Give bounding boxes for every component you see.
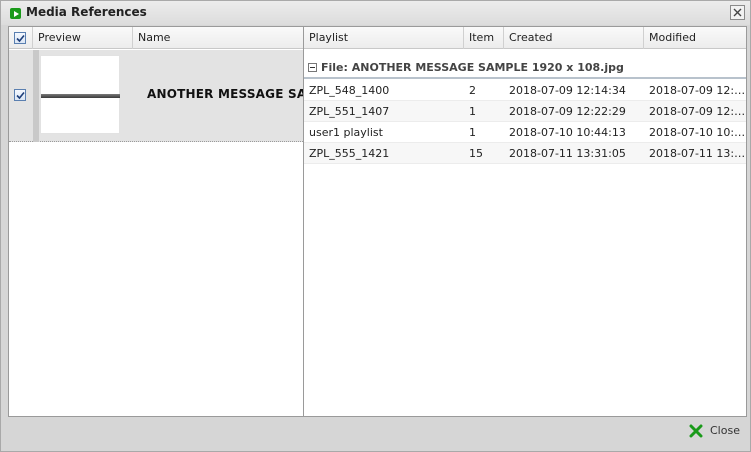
select-all-checkbox[interactable] (14, 32, 26, 44)
dialog-title: Media References (26, 5, 147, 19)
references-grid-header: Playlist Item Created Modified (304, 27, 746, 49)
file-group-label: File: ANOTHER MESSAGE SAMPLE 1920 x 108.… (321, 61, 624, 74)
cell-item: 1 (469, 126, 476, 139)
collapse-toggle-icon[interactable] (308, 63, 317, 72)
app-play-icon (10, 8, 21, 19)
table-row[interactable]: ZPL_555_1421 15 2018-07-11 13:31:05 2018… (304, 143, 747, 164)
cell-modified: 2018-07-11 13:3... (649, 147, 747, 160)
row-selection-marker (33, 50, 39, 142)
cell-created: 2018-07-09 12:14:34 (509, 84, 626, 97)
column-header-item[interactable]: Item (464, 27, 504, 49)
media-name: ANOTHER MESSAGE SAMPLE 1920 x 108.jpg (147, 87, 303, 101)
table-row[interactable]: ZPL_551_1407 1 2018-07-09 12:22:29 2018-… (304, 101, 747, 122)
preview-grid-header: Preview Name (9, 27, 303, 49)
cell-created: 2018-07-09 12:22:29 (509, 105, 626, 118)
cell-playlist: ZPL_551_1407 (309, 105, 390, 118)
preview-grid: Preview Name ANOTHER MESSAGE SAMPLE 1920… (8, 26, 304, 417)
table-row[interactable]: user1 playlist 1 2018-07-10 10:44:13 201… (304, 122, 747, 143)
media-row[interactable]: ANOTHER MESSAGE SAMPLE 1920 x 108.jpg (9, 50, 303, 142)
media-references-dialog: Media References Preview Name ANOTHER ME… (0, 0, 751, 452)
column-header-playlist[interactable]: Playlist (304, 27, 464, 49)
select-all-column (9, 27, 33, 49)
cell-playlist: ZPL_555_1421 (309, 147, 390, 160)
cell-modified: 2018-07-09 12:1... (649, 84, 747, 97)
column-header-modified[interactable]: Modified (644, 27, 746, 49)
column-header-preview[interactable]: Preview (33, 27, 133, 49)
close-x-icon[interactable] (730, 5, 745, 20)
green-x-icon (689, 424, 703, 438)
cell-created: 2018-07-10 10:44:13 (509, 126, 626, 139)
file-group-row[interactable]: File: ANOTHER MESSAGE SAMPLE 1920 x 108.… (304, 57, 746, 79)
cell-item: 15 (469, 147, 483, 160)
cell-item: 2 (469, 84, 476, 97)
table-row[interactable]: ZPL_548_1400 2 2018-07-09 12:14:34 2018-… (304, 80, 747, 101)
cell-modified: 2018-07-10 10:4... (649, 126, 747, 139)
cell-playlist: ZPL_548_1400 (309, 84, 390, 97)
thumbnail-banner-image (41, 94, 120, 98)
title-bar[interactable]: Media References (1, 1, 750, 25)
media-thumbnail (40, 55, 120, 134)
references-grid: Playlist Item Created Modified File: ANO… (304, 26, 747, 417)
cell-item: 1 (469, 105, 476, 118)
cell-modified: 2018-07-09 12:2... (649, 105, 747, 118)
row-checkbox[interactable] (14, 89, 26, 101)
column-header-name[interactable]: Name (133, 27, 303, 49)
column-header-created[interactable]: Created (504, 27, 644, 49)
cell-created: 2018-07-11 13:31:05 (509, 147, 626, 160)
cell-playlist: user1 playlist (309, 126, 383, 139)
close-button-label: Close (710, 424, 740, 437)
